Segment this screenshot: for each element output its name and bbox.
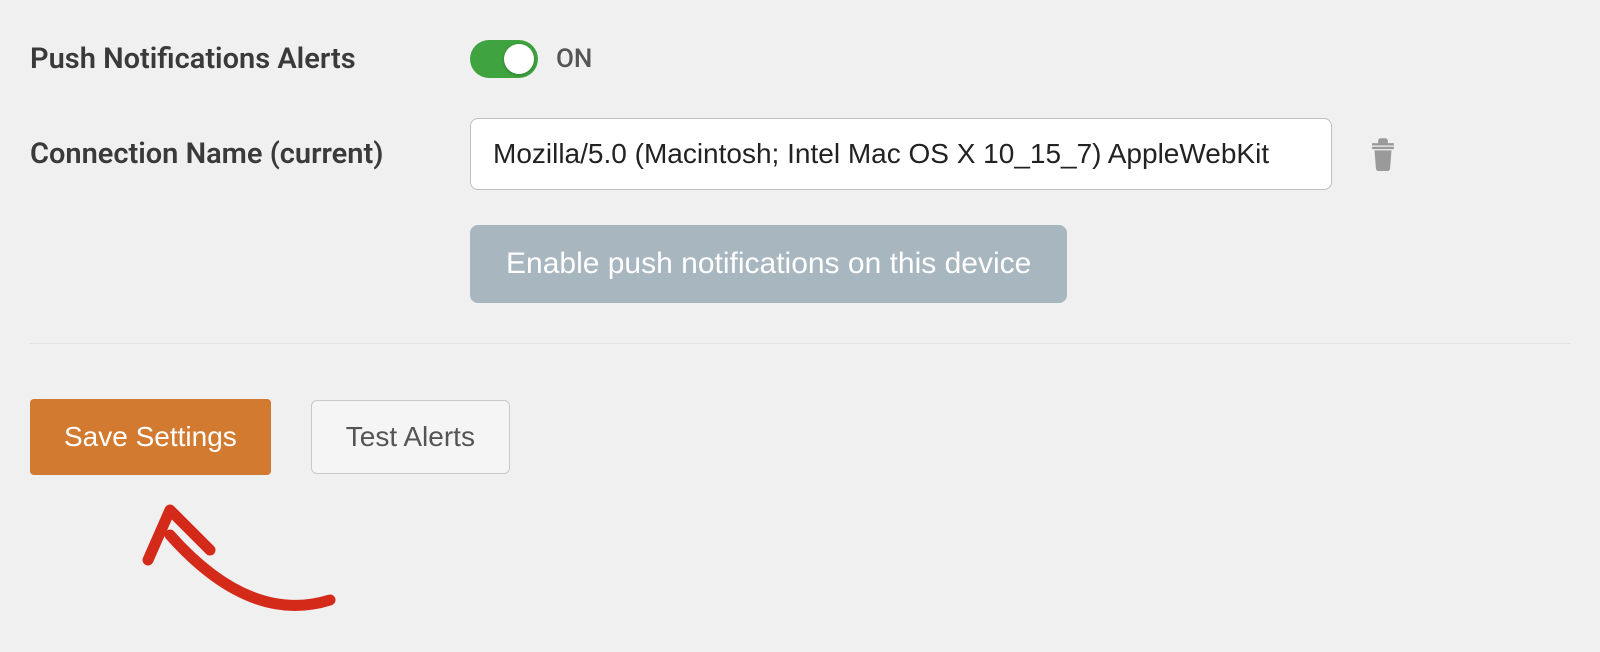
section-divider xyxy=(30,343,1570,344)
push-notifications-toggle[interactable] xyxy=(470,40,538,78)
connection-input-wrap xyxy=(470,118,1404,190)
push-notifications-toggle-wrap: ON xyxy=(470,40,592,78)
connection-name-label: Connection Name (current) xyxy=(30,137,470,171)
toggle-state-text: ON xyxy=(556,44,592,74)
save-settings-button[interactable]: Save Settings xyxy=(30,399,271,475)
trash-icon xyxy=(1368,137,1398,171)
connection-name-row: Connection Name (current) xyxy=(30,118,1570,190)
action-button-row: Save Settings Test Alerts xyxy=(30,399,1570,475)
delete-connection-button[interactable] xyxy=(1362,131,1404,177)
annotation-arrow xyxy=(130,495,360,649)
enable-push-button[interactable]: Enable push notifications on this device xyxy=(470,225,1067,303)
connection-name-input[interactable] xyxy=(470,118,1332,190)
push-notifications-label: Push Notifications Alerts xyxy=(30,42,470,76)
enable-push-row: Enable push notifications on this device xyxy=(470,225,1570,303)
test-alerts-button[interactable]: Test Alerts xyxy=(311,400,510,474)
push-notifications-row: Push Notifications Alerts ON xyxy=(30,40,1570,78)
toggle-knob xyxy=(504,44,534,74)
